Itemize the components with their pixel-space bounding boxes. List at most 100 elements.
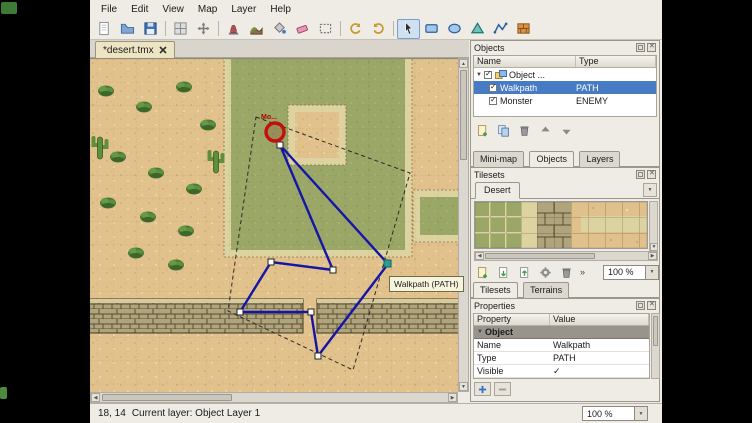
- vertical-scroll-thumb[interactable]: [460, 70, 467, 160]
- raise-object-button[interactable]: [536, 122, 555, 139]
- add-object-button[interactable]: [473, 122, 492, 139]
- tab-tilesets[interactable]: Tilesets: [473, 282, 518, 298]
- selected-node[interactable]: [384, 260, 391, 267]
- tileset-vertical-scrollbar[interactable]: [649, 201, 658, 251]
- lower-object-button[interactable]: [557, 122, 576, 139]
- menu-map[interactable]: Map: [191, 2, 224, 17]
- remove-tileset-button[interactable]: [557, 264, 576, 281]
- tileset-horizontal-scrollbar[interactable]: [474, 251, 658, 261]
- open-map-button[interactable]: [116, 19, 139, 39]
- tileset-zoom-combo[interactable]: 100 %: [603, 265, 659, 280]
- scroll-left-icon[interactable]: [475, 252, 484, 260]
- property-row-name[interactable]: Name Walkpath: [474, 339, 649, 352]
- trash-icon: [518, 124, 531, 137]
- insert-ellipse-tool-button[interactable]: [443, 19, 466, 39]
- float-panel-icon[interactable]: [636, 170, 645, 179]
- expander-icon[interactable]: [477, 329, 485, 335]
- menu-help[interactable]: Help: [263, 2, 298, 17]
- visibility-checkbox[interactable]: [484, 71, 492, 79]
- float-panel-icon[interactable]: [636, 43, 645, 52]
- insert-polygon-tool-button[interactable]: [466, 19, 489, 39]
- float-panel-icon[interactable]: [636, 301, 645, 310]
- property-row-type[interactable]: Type PATH: [474, 352, 649, 365]
- scroll-down-icon[interactable]: [459, 382, 468, 391]
- remove-property-button[interactable]: [494, 382, 511, 396]
- property-row-visible[interactable]: Visible ✓: [474, 365, 649, 378]
- offset-map-button[interactable]: [192, 19, 215, 39]
- value-column-header[interactable]: Value: [550, 314, 649, 325]
- save-map-button[interactable]: [139, 19, 162, 39]
- properties-scroll-thumb[interactable]: [653, 316, 658, 346]
- canvas-horizontal-scrollbar[interactable]: [90, 392, 458, 403]
- insert-rectangle-tool-button[interactable]: [420, 19, 443, 39]
- stamp-brush-button[interactable]: [222, 19, 245, 39]
- eraser-button[interactable]: [291, 19, 314, 39]
- trash-icon: [560, 266, 573, 279]
- monster-row[interactable]: Monster ENEMY: [474, 94, 656, 107]
- menu-file[interactable]: File: [94, 2, 124, 17]
- tileset-list-dropdown-icon[interactable]: [643, 183, 657, 197]
- menu-layer[interactable]: Layer: [224, 2, 263, 17]
- rotate-right-button[interactable]: [367, 19, 390, 39]
- property-name-value[interactable]: Walkpath: [550, 340, 649, 350]
- scroll-right-icon[interactable]: [448, 393, 457, 402]
- close-panel-icon[interactable]: [647, 43, 656, 52]
- rect-select-button[interactable]: [314, 19, 337, 39]
- insert-tile-object-tool-button[interactable]: [512, 19, 535, 39]
- scroll-left-icon[interactable]: [91, 393, 100, 402]
- tileset-tab-desert[interactable]: Desert: [475, 182, 520, 199]
- export-tileset-button[interactable]: [515, 264, 534, 281]
- visibility-checkbox[interactable]: [489, 97, 497, 105]
- menu-view[interactable]: View: [155, 2, 191, 17]
- tab-layers[interactable]: Layers: [579, 151, 620, 167]
- chevron-down-icon[interactable]: [645, 266, 658, 279]
- properties-scrollbar[interactable]: [651, 313, 660, 379]
- walkpath-row[interactable]: Walkpath PATH: [474, 81, 656, 94]
- close-tab-icon[interactable]: [159, 46, 167, 54]
- add-property-button[interactable]: [474, 382, 491, 396]
- close-panel-icon[interactable]: [647, 301, 656, 310]
- visibility-checkbox[interactable]: [489, 84, 497, 92]
- scroll-up-icon[interactable]: [459, 59, 468, 68]
- name-column-header[interactable]: Name: [474, 56, 576, 67]
- property-visible-checkbox[interactable]: ✓: [550, 366, 649, 377]
- objects-tree[interactable]: Name Type Object ... Walkpath PATH: [473, 55, 657, 117]
- object-group-row[interactable]: Object ...: [474, 68, 656, 81]
- duplicate-object-button[interactable]: [494, 122, 513, 139]
- new-tileset-button[interactable]: [473, 264, 492, 281]
- property-type-value[interactable]: PATH: [550, 353, 649, 363]
- menu-edit[interactable]: Edit: [124, 2, 155, 17]
- expander-icon[interactable]: [476, 72, 484, 78]
- map-viewport[interactable]: Mo...: [90, 58, 458, 392]
- tileset-scroll-thumb[interactable]: [485, 253, 595, 259]
- canvas-vertical-scrollbar[interactable]: [458, 58, 469, 392]
- scroll-right-icon[interactable]: [648, 252, 657, 260]
- tab-mini-map[interactable]: Mini-map: [473, 151, 524, 167]
- map-canvas[interactable]: Mo...: [90, 59, 458, 393]
- close-panel-icon[interactable]: [647, 170, 656, 179]
- resize-map-button[interactable]: [169, 19, 192, 39]
- bucket-fill-button[interactable]: [268, 19, 291, 39]
- chevron-down-icon[interactable]: [634, 407, 647, 420]
- rotate-left-button[interactable]: [344, 19, 367, 39]
- import-tileset-button[interactable]: [494, 264, 513, 281]
- tileset-view[interactable]: [474, 201, 648, 249]
- insert-polyline-tool-button[interactable]: [489, 19, 512, 39]
- scroll-down-icon[interactable]: [650, 243, 658, 251]
- map-zoom-combo[interactable]: 100 %: [582, 406, 648, 421]
- terrain-brush-button[interactable]: [245, 19, 268, 39]
- property-group-row[interactable]: Object: [474, 326, 649, 339]
- tileset-image[interactable]: [475, 202, 647, 248]
- new-map-button[interactable]: [93, 19, 116, 39]
- toolbar-overflow-icon[interactable]: »: [578, 267, 587, 277]
- tileset-properties-button[interactable]: [536, 264, 555, 281]
- tab-terrains[interactable]: Terrains: [523, 282, 569, 298]
- type-column-header[interactable]: Type: [576, 56, 656, 67]
- property-column-header[interactable]: Property: [474, 314, 550, 325]
- horizontal-scroll-thumb[interactable]: [102, 394, 232, 401]
- remove-object-button[interactable]: [515, 122, 534, 139]
- properties-table[interactable]: Property Value Object Name Walkpath Type…: [473, 313, 650, 379]
- tab-objects[interactable]: Objects: [529, 151, 574, 167]
- select-objects-tool-button[interactable]: [397, 19, 420, 39]
- document-tab-desert[interactable]: *desert.tmx: [95, 41, 175, 58]
